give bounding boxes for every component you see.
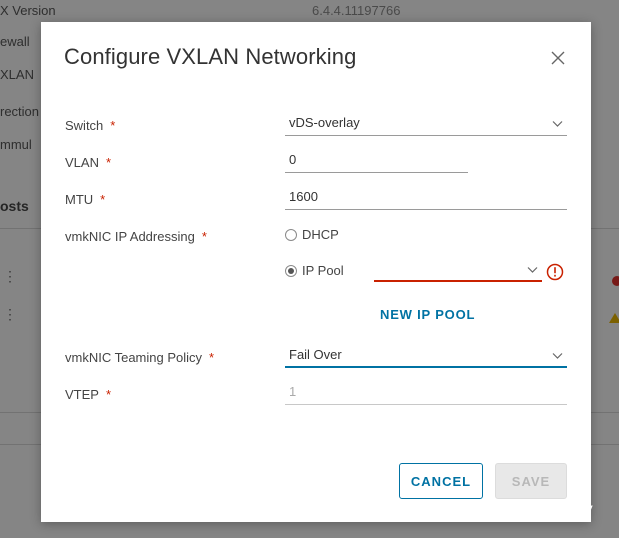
teaming-policy-value: Fail Over <box>289 347 342 362</box>
mtu-label: MTU * <box>65 192 106 207</box>
required-marker: * <box>105 387 112 402</box>
error-icon <box>546 263 564 281</box>
ip-pool-select[interactable] <box>374 260 542 282</box>
configure-vxlan-dialog: Configure VXLAN Networking Switch * vDS-o… <box>41 22 591 522</box>
chevron-down-icon <box>527 267 538 273</box>
vtep-label: VTEP * <box>65 387 112 402</box>
chevron-down-icon <box>552 353 563 359</box>
vmknic-ip-label: vmkNIC IP Addressing * <box>65 229 207 244</box>
new-ip-pool-button[interactable]: NEW IP POOL <box>380 307 475 322</box>
save-button[interactable]: SAVE <box>495 463 567 499</box>
cancel-button[interactable]: CANCEL <box>399 463 483 499</box>
required-marker: * <box>110 118 116 133</box>
ip-pool-radio-option[interactable]: IP Pool <box>285 263 344 278</box>
vtep-value: 1 <box>289 384 297 399</box>
teaming-policy-label: vmkNIC Teaming Policy * <box>65 350 215 365</box>
watermark: 微信号: JUJUXV <box>460 500 593 520</box>
vtep-input[interactable]: 1 <box>285 383 567 405</box>
required-marker: * <box>105 155 112 170</box>
dhcp-radio-option[interactable]: DHCP <box>285 227 339 242</box>
switch-select[interactable]: vDS-overlay <box>285 114 567 136</box>
watermark-text: 微信号: JUJUXV <box>490 502 593 518</box>
switch-value: vDS-overlay <box>289 115 360 130</box>
close-icon[interactable] <box>550 50 566 66</box>
teaming-policy-select[interactable]: Fail Over <box>285 346 567 368</box>
switch-label: Switch * <box>65 118 116 133</box>
ip-pool-radio[interactable] <box>285 264 297 277</box>
wechat-icon <box>460 501 482 518</box>
required-marker: * <box>100 192 106 207</box>
required-marker: * <box>209 350 215 365</box>
required-marker: * <box>201 229 207 244</box>
vlan-input[interactable]: 0 <box>285 151 468 173</box>
dhcp-radio[interactable] <box>285 228 297 241</box>
vlan-label: VLAN * <box>65 155 112 170</box>
mtu-input[interactable]: 1600 <box>285 188 567 210</box>
mtu-value: 1600 <box>289 189 318 204</box>
vlan-value: 0 <box>289 152 297 167</box>
ip-pool-radio-label: IP Pool <box>302 263 344 278</box>
chevron-down-icon <box>552 121 563 127</box>
dialog-title: Configure VXLAN Networking <box>64 44 357 69</box>
dhcp-radio-label: DHCP <box>302 227 339 242</box>
